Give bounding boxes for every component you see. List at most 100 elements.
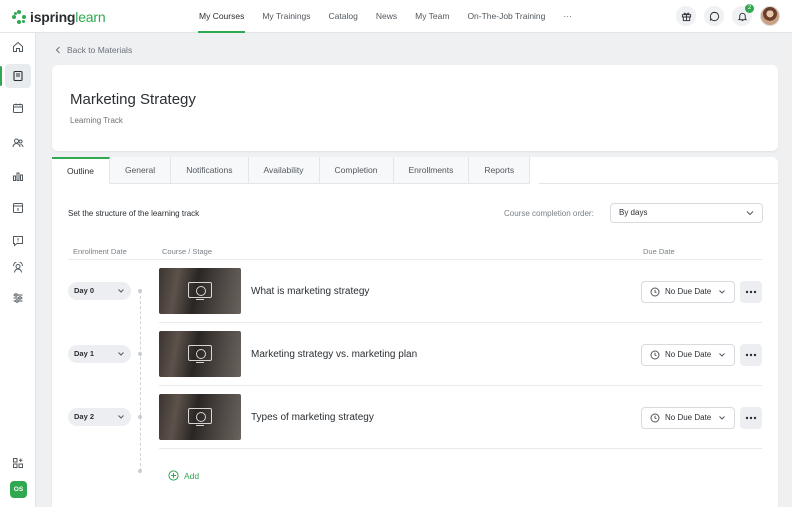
more-options-button[interactable] — [740, 407, 762, 429]
chevron-down-icon — [719, 353, 725, 357]
nav-more[interactable]: ··· — [554, 0, 581, 33]
due-date-value: No Due Date — [665, 413, 712, 422]
back-link-label: Back to Materials — [67, 45, 133, 55]
outline-card: Outline General Notifications Availabili… — [52, 157, 778, 507]
book-icon — [13, 70, 23, 82]
more-horizontal-icon — [745, 353, 757, 357]
chevron-down-icon — [719, 416, 725, 420]
gift-icon — [681, 12, 691, 21]
due-date-button[interactable]: No Due Date — [641, 344, 735, 366]
timeline-dot — [138, 289, 142, 293]
more-horizontal-icon — [745, 416, 757, 420]
sidebar-item-roles[interactable] — [5, 256, 31, 280]
timeline-dot — [138, 415, 142, 419]
chevron-left-icon — [55, 46, 60, 54]
chevron-down-icon — [719, 290, 725, 294]
day-select[interactable]: Day 0 — [68, 282, 131, 300]
due-date-value: No Due Date — [665, 350, 712, 359]
timeline-dot — [138, 352, 142, 356]
row-divider — [159, 448, 762, 449]
more-options-button[interactable] — [740, 344, 762, 366]
sidebar-item-feedback[interactable] — [5, 229, 31, 253]
day-select[interactable]: Day 2 — [68, 408, 131, 426]
more-horizontal-icon — [745, 290, 757, 294]
back-to-materials-link[interactable]: Back to Materials — [55, 45, 132, 55]
day-select[interactable]: Day 1 — [68, 345, 131, 363]
day-value: Day 0 — [74, 286, 95, 295]
tab-general[interactable]: General — [109, 157, 172, 184]
sidebar-item-calendar[interactable] — [5, 96, 31, 120]
sidebar-item-reports[interactable] — [5, 164, 31, 188]
logo[interactable]: ispringlearn — [12, 8, 106, 26]
day-value: Day 2 — [74, 412, 95, 421]
sidebar-item-content[interactable] — [0, 64, 31, 88]
course-title[interactable]: What is marketing strategy — [251, 286, 369, 297]
header-card: Marketing Strategy Learning Track — [52, 65, 778, 151]
sidebar-item-apps[interactable] — [5, 451, 31, 475]
logo-main: ispring — [30, 9, 76, 25]
course-thumbnail[interactable] — [159, 331, 241, 377]
left-sidebar: OS — [0, 33, 36, 507]
sidebar-item-events[interactable] — [5, 196, 31, 220]
main-nav: My Courses My Trainings Catalog News My … — [190, 0, 581, 33]
tab-outline[interactable]: Outline — [52, 157, 110, 184]
page-subtitle: Learning Track — [70, 116, 123, 125]
due-date-value: No Due Date — [665, 287, 712, 296]
user-initials-badge[interactable]: OS — [10, 481, 27, 498]
logo-mark-icon — [12, 10, 26, 24]
calendar-day-icon — [13, 203, 23, 213]
tab-reports[interactable]: Reports — [469, 157, 531, 184]
course-title[interactable]: Types of marketing strategy — [251, 412, 374, 423]
more-options-button[interactable] — [740, 281, 762, 303]
bell-icon — [737, 12, 747, 21]
top-actions: 2 — [676, 4, 780, 26]
tab-completion[interactable]: Completion — [319, 157, 394, 184]
tab-notifications[interactable]: Notifications — [171, 157, 249, 184]
chevron-down-icon — [746, 211, 754, 216]
completion-order-select[interactable]: By days — [610, 203, 763, 223]
notifications-button[interactable]: 2 — [732, 4, 754, 26]
tab-enrollments[interactable]: Enrollments — [393, 157, 470, 184]
clock-icon — [650, 350, 660, 360]
tab-availability[interactable]: Availability — [248, 157, 320, 184]
nav-news[interactable]: News — [367, 0, 406, 33]
users-icon — [12, 138, 24, 148]
top-bar: ispringlearn My Courses My Trainings Cat… — [0, 0, 792, 33]
apps-add-icon — [13, 458, 23, 468]
due-date-button[interactable]: No Due Date — [641, 281, 735, 303]
plus-circle-icon — [168, 470, 179, 481]
video-icon — [188, 408, 212, 424]
chevron-down-icon — [118, 352, 124, 356]
completion-order-value: By days — [619, 208, 648, 217]
home-icon — [13, 41, 23, 52]
nav-my-courses[interactable]: My Courses — [190, 0, 253, 33]
page-title: Marketing Strategy — [70, 91, 196, 108]
video-icon — [188, 282, 212, 298]
nav-my-trainings[interactable]: My Trainings — [253, 0, 319, 33]
chat-button[interactable] — [704, 6, 724, 26]
course-thumbnail[interactable] — [159, 394, 241, 440]
chat-icon — [709, 11, 719, 21]
nav-my-team[interactable]: My Team — [406, 0, 458, 33]
nav-on-the-job-training[interactable]: On-The-Job Training — [458, 0, 554, 33]
column-due-date: Due Date — [643, 247, 675, 256]
user-settings-icon — [13, 262, 23, 273]
nav-catalog[interactable]: Catalog — [320, 0, 367, 33]
sidebar-item-settings[interactable] — [5, 286, 31, 310]
due-date-button[interactable]: No Due Date — [641, 407, 735, 429]
column-enrollment-date: Enrollment Date — [73, 247, 127, 256]
sidebar-item-users[interactable] — [5, 131, 31, 155]
completion-order-label: Course completion order: — [504, 209, 594, 218]
sidebar-item-home[interactable] — [5, 35, 31, 59]
clock-icon — [650, 287, 660, 297]
timeline-end-dot — [138, 469, 142, 473]
course-title[interactable]: Marketing strategy vs. marketing plan — [251, 349, 417, 360]
add-button[interactable]: Add — [168, 470, 199, 481]
table-row: Day 1 Marketing strategy vs. marketing p… — [52, 323, 778, 386]
user-avatar[interactable] — [760, 6, 780, 26]
calendar-icon — [13, 103, 23, 113]
gift-button[interactable] — [676, 6, 696, 26]
sliders-icon — [13, 293, 23, 303]
course-thumbnail[interactable] — [159, 268, 241, 314]
logo-text: ispringlearn — [30, 9, 106, 25]
